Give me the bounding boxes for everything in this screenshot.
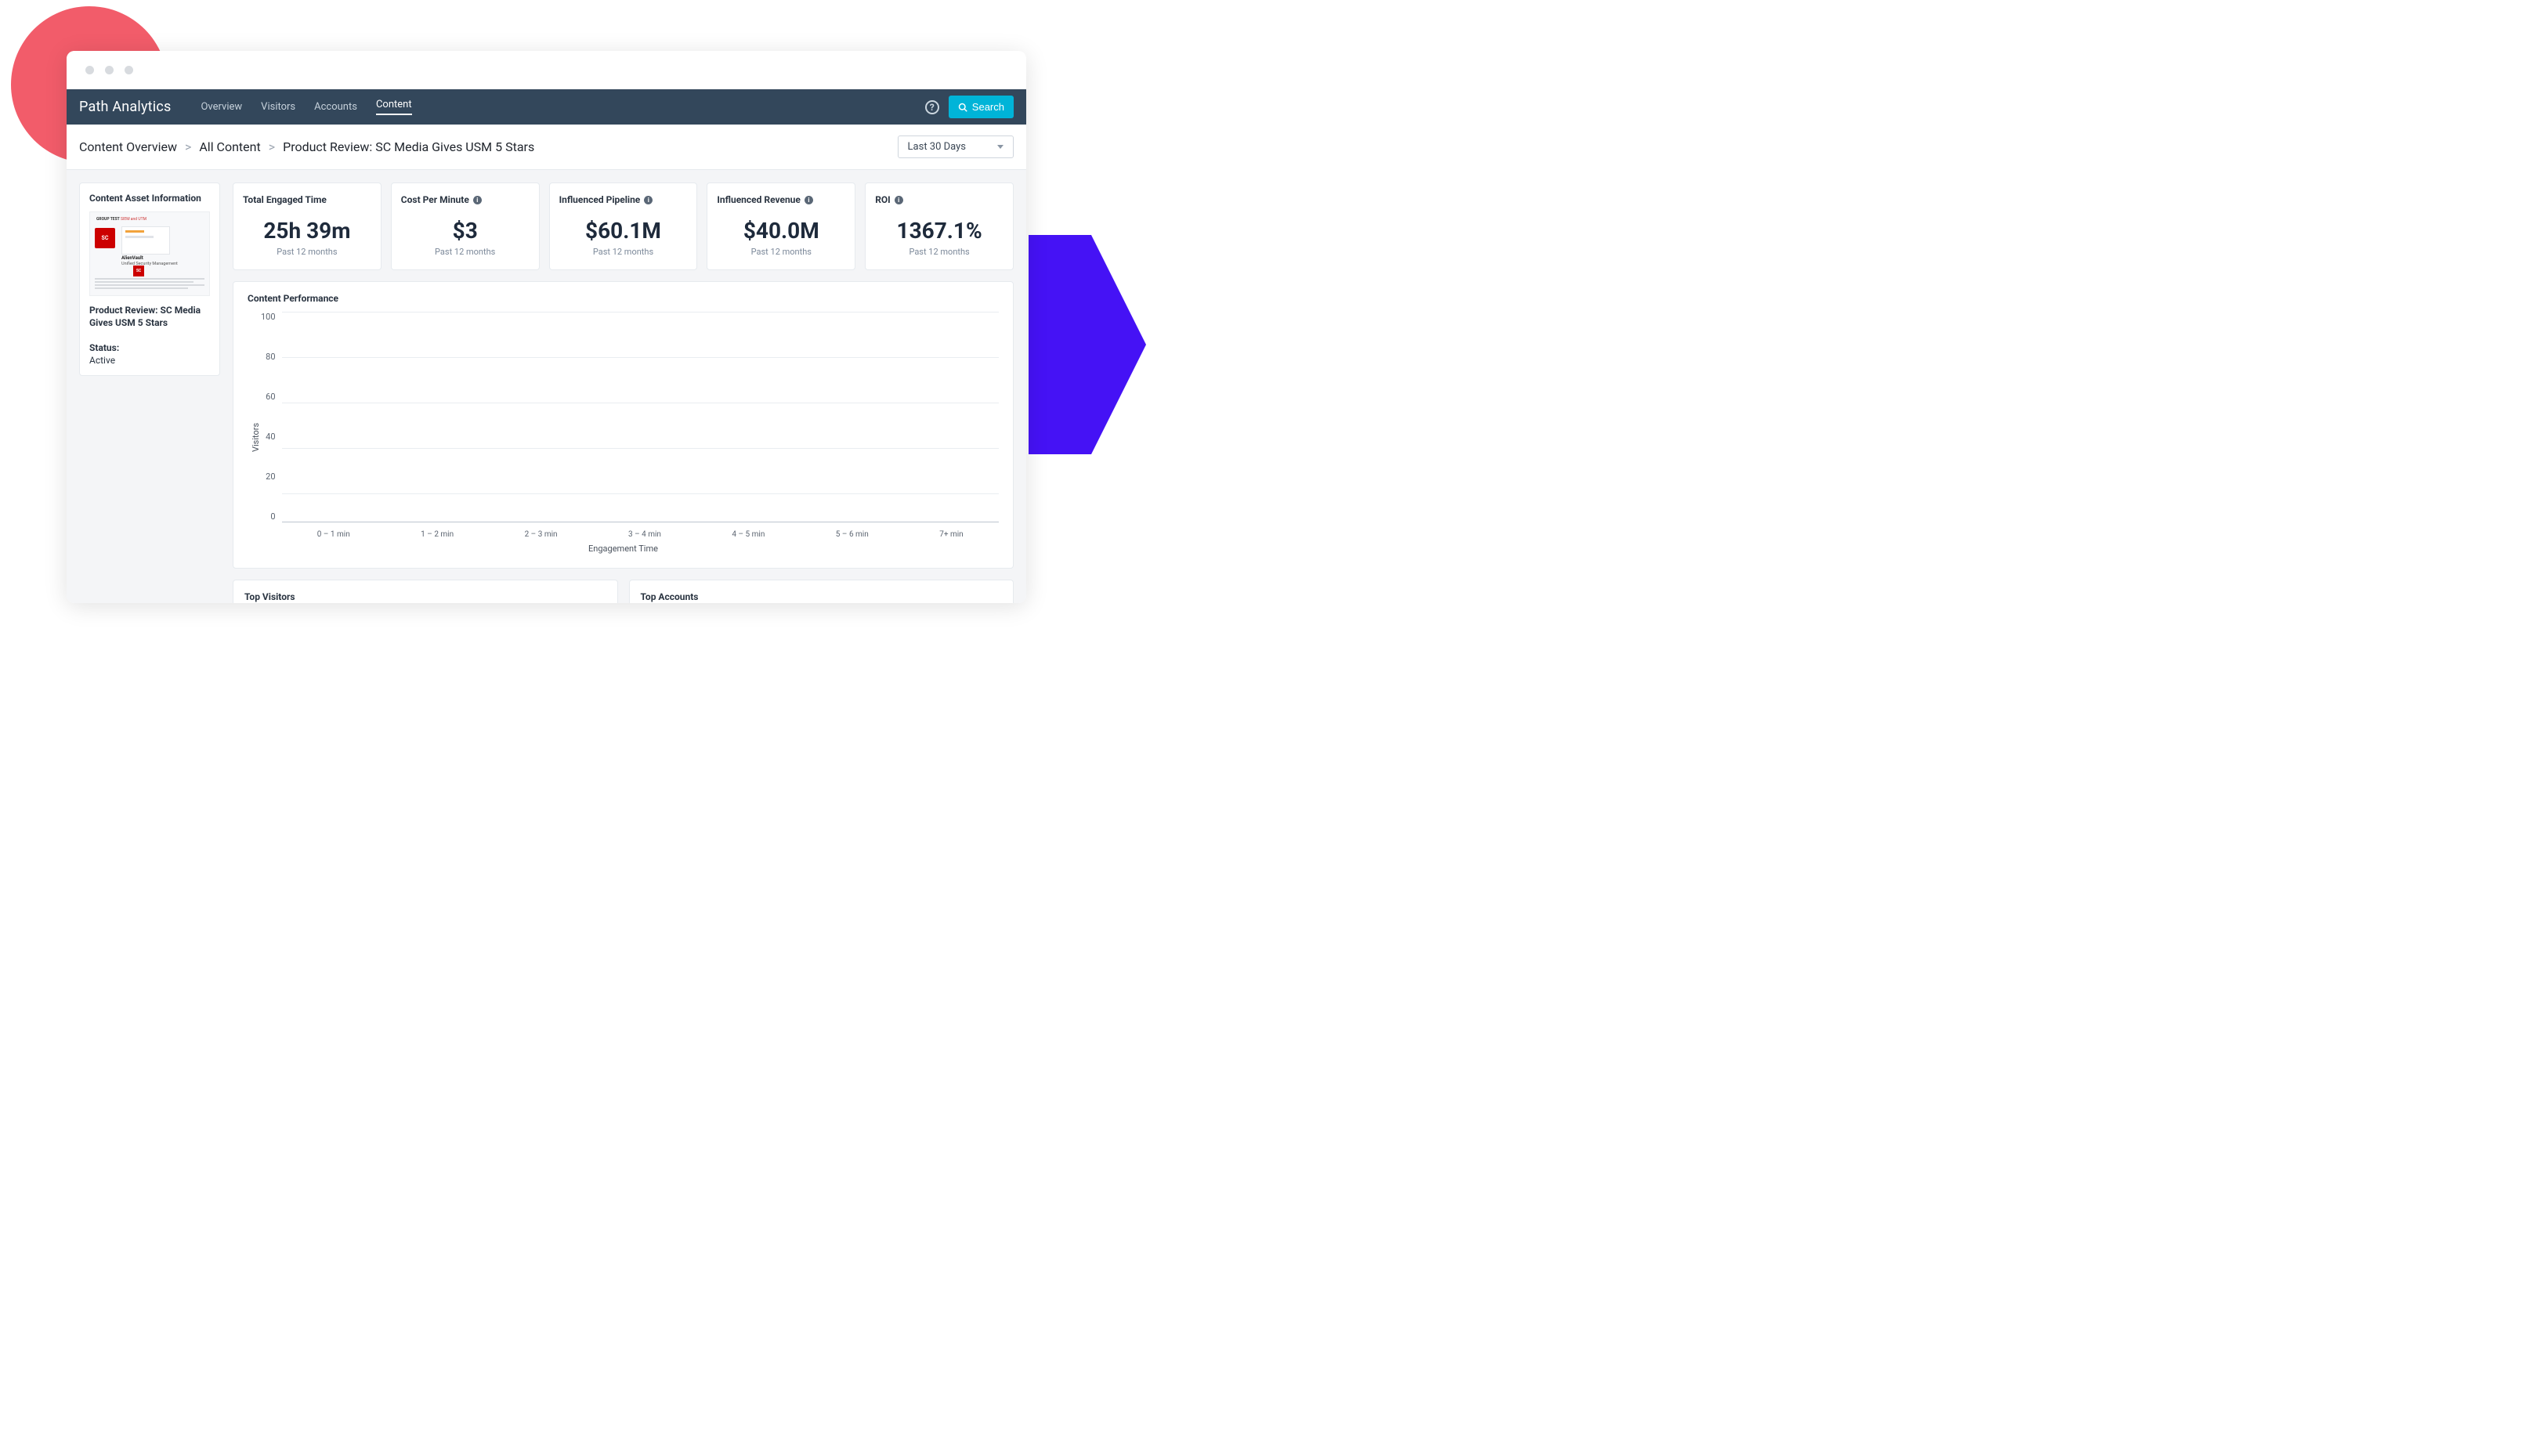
metric-period: Past 12 months <box>909 247 969 257</box>
metric-influenced-revenue: Influenced Revenue i $40.0M Past 12 month… <box>707 182 855 270</box>
x-tick: 0 – 1 min <box>317 530 350 539</box>
y-axis-ticks: 100 80 60 40 20 0 <box>261 312 282 539</box>
top-accounts-card: Top Accounts <box>629 580 1014 603</box>
metric-value: $3 <box>453 218 478 244</box>
metric-value: 1367.1% <box>897 218 982 244</box>
metric-label: Influenced Revenue <box>717 194 801 205</box>
status-label: Status: <box>89 342 210 353</box>
tab-overview[interactable]: Overview <box>191 89 251 125</box>
asset-title: Product Review: SC Media Gives USM 5 Sta… <box>89 304 210 329</box>
x-tick: 1 – 2 min <box>421 530 454 539</box>
metric-value: $40.0M <box>743 218 819 244</box>
breadcrumb: Content Overview > All Content > Product… <box>79 139 534 154</box>
status-value: Active <box>89 355 210 366</box>
metric-label: Total Engaged Time <box>243 194 327 205</box>
y-tick: 100 <box>261 312 276 322</box>
app-header: Path Analytics Overview Visitors Account… <box>67 89 1026 125</box>
y-tick: 40 <box>266 432 275 442</box>
main-column: Total Engaged Time 25h 39m Past 12 month… <box>233 182 1014 591</box>
y-tick: 80 <box>266 352 275 362</box>
chart-title: Content Performance <box>248 293 999 304</box>
info-icon[interactable]: i <box>644 196 653 204</box>
date-range-filter[interactable]: Last 30 Days <box>898 135 1014 158</box>
metric-period: Past 12 months <box>751 247 812 257</box>
metric-period: Past 12 months <box>435 247 495 257</box>
tab-accounts[interactable]: Accounts <box>305 89 367 125</box>
search-button[interactable]: Search <box>949 96 1014 118</box>
x-axis-label: Engagement Time <box>248 544 999 554</box>
top-accounts-title: Top Accounts <box>641 591 1003 602</box>
chevron-down-icon <box>997 145 1004 149</box>
decorative-arrow <box>1029 235 1146 454</box>
asset-thumbnail: GROUP TEST SIEM and UTM SC AlienVault Un… <box>89 211 210 296</box>
breadcrumb-item-current: Product Review: SC Media Gives USM 5 Sta… <box>283 139 534 154</box>
browser-window: Path Analytics Overview Visitors Account… <box>67 51 1026 603</box>
brand-title: Path Analytics <box>79 99 171 115</box>
chevron-right-icon: > <box>269 139 275 154</box>
y-tick: 60 <box>266 392 275 402</box>
x-tick: 2 – 3 min <box>525 530 558 539</box>
info-icon[interactable]: i <box>805 196 813 204</box>
bottom-panels: Top Visitors Top Accounts <box>233 580 1014 603</box>
help-icon[interactable]: ? <box>925 100 939 114</box>
asset-info-card: Content Asset Information GROUP TEST SIE… <box>79 182 220 375</box>
page-body: Content Asset Information GROUP TEST SIE… <box>67 170 1026 603</box>
chevron-right-icon: > <box>185 139 191 154</box>
breadcrumb-item[interactable]: Content Overview <box>79 139 177 154</box>
metric-cost-per-minute: Cost Per Minute i $3 Past 12 months <box>391 182 540 270</box>
metric-roi: ROI i 1367.1% Past 12 months <box>865 182 1014 270</box>
window-dot <box>125 66 133 74</box>
x-tick: 4 – 5 min <box>732 530 765 539</box>
tab-visitors[interactable]: Visitors <box>251 89 305 125</box>
tab-content[interactable]: Content <box>367 89 421 125</box>
search-icon <box>958 103 967 112</box>
nav-tabs: Overview Visitors Accounts Content <box>191 89 924 125</box>
info-icon[interactable]: i <box>473 196 482 204</box>
browser-chrome <box>67 51 1026 89</box>
top-visitors-card: Top Visitors <box>233 580 618 603</box>
x-tick: 5 – 6 min <box>836 530 869 539</box>
content-performance-chart: Content Performance Visitors 100 80 60 4… <box>233 281 1014 569</box>
search-button-label: Search <box>972 101 1004 113</box>
breadcrumb-item[interactable]: All Content <box>199 139 260 154</box>
metric-total-engaged-time: Total Engaged Time 25h 39m Past 12 month… <box>233 182 382 270</box>
x-axis-ticks: 0 – 1 min 1 – 2 min 2 – 3 min 3 – 4 min … <box>282 530 999 539</box>
top-visitors-title: Top Visitors <box>244 591 606 602</box>
metric-value: $60.1M <box>585 218 661 244</box>
metric-value: 25h 39m <box>263 218 350 244</box>
window-dot <box>85 66 94 74</box>
y-tick: 20 <box>266 471 275 482</box>
breadcrumb-bar: Content Overview > All Content > Product… <box>67 125 1026 170</box>
metric-label: Cost Per Minute <box>401 194 469 205</box>
metric-label: Influenced Pipeline <box>559 194 641 205</box>
date-range-label: Last 30 Days <box>908 141 966 153</box>
asset-info-title: Content Asset Information <box>89 193 210 204</box>
x-tick: 7+ min <box>939 530 964 539</box>
window-dot <box>105 66 114 74</box>
x-tick: 3 – 4 min <box>628 530 661 539</box>
y-tick: 0 <box>270 511 275 522</box>
metrics-row: Total Engaged Time 25h 39m Past 12 month… <box>233 182 1014 270</box>
info-icon[interactable]: i <box>895 196 903 204</box>
y-axis-label: Visitors <box>248 312 261 539</box>
metric-period: Past 12 months <box>593 247 653 257</box>
metric-influenced-pipeline: Influenced Pipelinei $60.1M Past 12 mont… <box>549 182 698 270</box>
chart-plot-area: 0 – 1 min 1 – 2 min 2 – 3 min 3 – 4 min … <box>282 312 999 539</box>
metric-label: ROI <box>875 194 890 205</box>
metric-period: Past 12 months <box>277 247 337 257</box>
